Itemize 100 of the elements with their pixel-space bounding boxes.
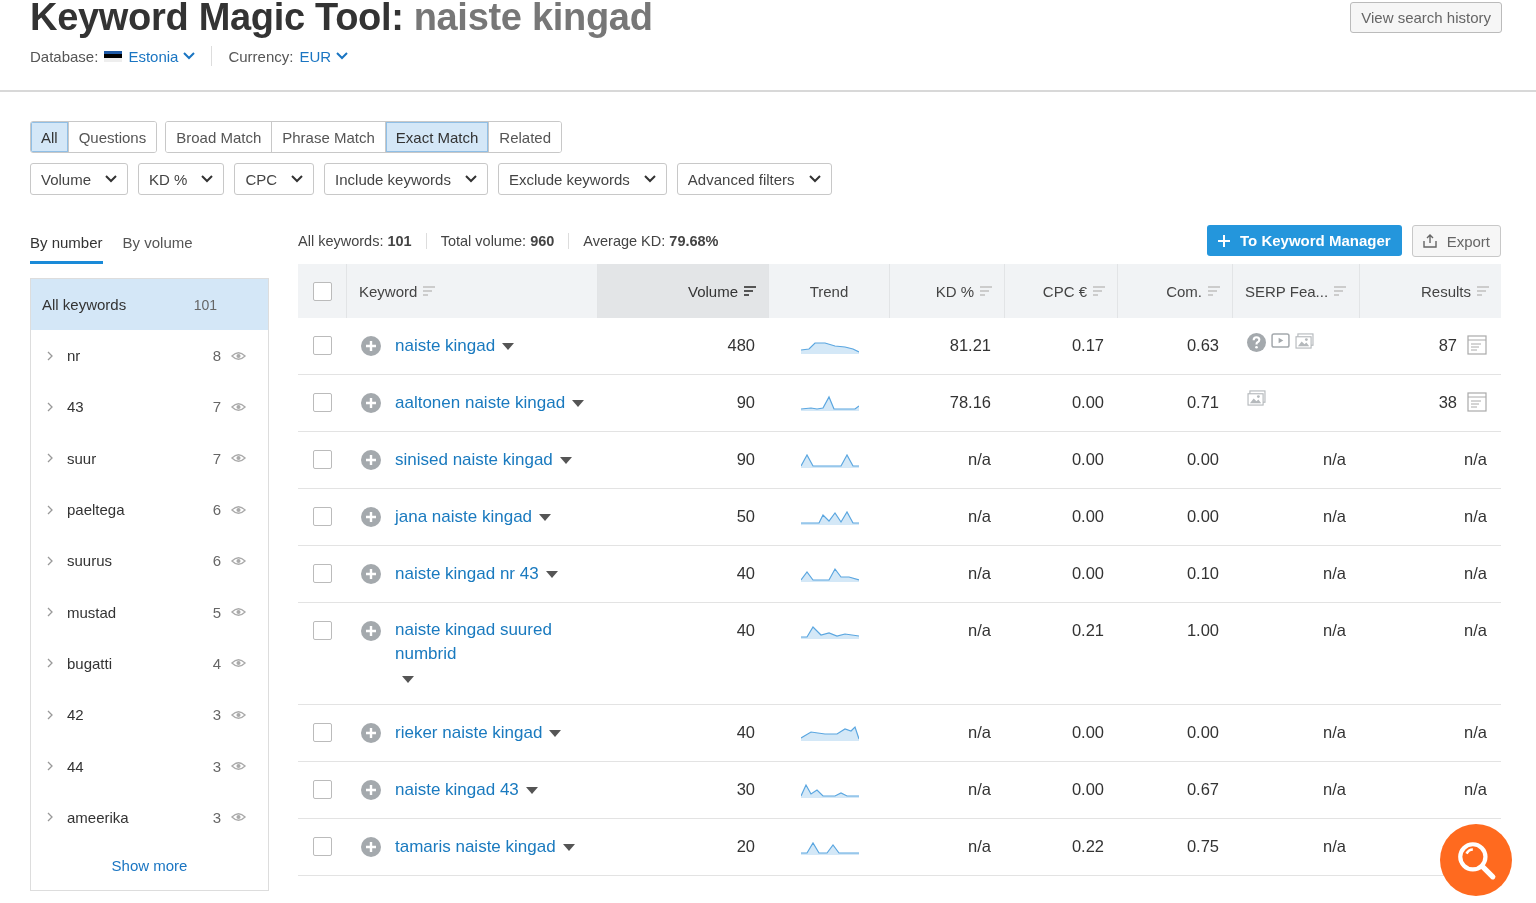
chevron-right-icon: [47, 709, 53, 720]
caret-icon[interactable]: [525, 787, 538, 795]
cpc-value: 0.00: [1071, 507, 1104, 526]
eye-icon[interactable]: [231, 555, 246, 566]
database-dropdown[interactable]: Estonia: [128, 47, 196, 65]
add-icon[interactable]: [361, 621, 381, 641]
show-more-link[interactable]: Show more: [111, 856, 188, 874]
match-tab[interactable]: All: [31, 122, 69, 152]
column-header[interactable]: KD %: [890, 264, 1005, 318]
filter-dropdown[interactable]: Volume: [30, 163, 129, 195]
keyword-link[interactable]: jana naiste kingad: [395, 505, 533, 529]
match-tab[interactable]: Broad Match: [166, 122, 273, 152]
add-icon[interactable]: [361, 564, 381, 584]
volume-value: 40: [736, 564, 755, 583]
results-value: n/a: [1464, 564, 1487, 583]
keyword-link[interactable]: naiste kingad nr 43: [395, 562, 539, 586]
group-tab[interactable]: By number: [30, 230, 103, 264]
group-item[interactable]: 42 3: [31, 689, 268, 741]
group-item[interactable]: suurus 6: [31, 535, 268, 587]
kd-value: n/a: [968, 837, 991, 856]
column-header[interactable]: Com.: [1118, 264, 1233, 318]
group-item[interactable]: 44 3: [31, 740, 268, 792]
eye-icon[interactable]: [231, 401, 246, 412]
cpc-value: 0.00: [1071, 780, 1104, 799]
group-item[interactable]: nr 8: [31, 330, 268, 382]
caret-icon[interactable]: [402, 676, 414, 684]
chevron-down-icon: [183, 52, 196, 60]
row-checkbox[interactable]: [313, 507, 332, 526]
eye-icon[interactable]: [231, 607, 246, 618]
keyword-link[interactable]: rieker naiste kingad: [395, 721, 543, 745]
row-checkbox[interactable]: [313, 393, 332, 412]
column-header[interactable]: Trend: [769, 264, 890, 318]
add-icon[interactable]: [361, 780, 381, 800]
keyword-link[interactable]: naiste kingad 43: [395, 778, 519, 802]
cpc-value: 0.22: [1071, 837, 1104, 856]
keyword-link[interactable]: sinised naiste kingad: [395, 448, 553, 472]
match-tab[interactable]: Exact Match: [385, 122, 490, 152]
filter-dropdown[interactable]: Advanced filters: [676, 163, 832, 195]
serp-value: n/a: [1323, 837, 1346, 856]
filter-dropdown[interactable]: Include keywords: [324, 163, 488, 195]
eye-icon[interactable]: [231, 761, 246, 771]
eye-icon[interactable]: [231, 658, 246, 669]
document-icon[interactable]: [1467, 335, 1487, 355]
group-tab[interactable]: By volume: [122, 230, 193, 264]
caret-icon[interactable]: [562, 844, 575, 852]
select-all-checkbox[interactable]: [312, 281, 332, 301]
filter-dropdown[interactable]: KD %: [138, 163, 225, 195]
group-item[interactable]: bugatti 4: [31, 637, 268, 690]
group-item[interactable]: suur 7: [31, 432, 268, 484]
group-label: 43: [67, 398, 84, 416]
group-item[interactable]: 43 7: [31, 381, 268, 433]
caret-icon[interactable]: [559, 457, 572, 465]
row-checkbox[interactable]: [313, 723, 332, 742]
eye-icon[interactable]: [231, 350, 246, 361]
chevron-right-icon: [47, 555, 53, 566]
column-header[interactable]: CPC €: [1005, 264, 1118, 318]
column-header[interactable]: Results: [1360, 264, 1501, 318]
eye-icon[interactable]: [231, 709, 246, 720]
caret-icon[interactable]: [539, 514, 552, 522]
add-icon[interactable]: [361, 507, 381, 527]
competition-value: 0.00: [1186, 723, 1219, 742]
keyword-link[interactable]: tamaris naiste kingad: [395, 835, 556, 859]
volume-value: 90: [736, 450, 755, 469]
row-checkbox[interactable]: [313, 621, 332, 640]
caret-icon[interactable]: [572, 400, 585, 408]
document-icon[interactable]: [1467, 392, 1487, 412]
keyword-link[interactable]: aaltonen naiste kingad: [395, 391, 566, 415]
caret-icon[interactable]: [549, 730, 562, 738]
eye-icon[interactable]: [231, 453, 246, 464]
add-icon[interactable]: [361, 336, 381, 356]
chevron-right-icon: [47, 658, 53, 669]
group-item[interactable]: All keywords 101: [31, 279, 268, 330]
view-history-button[interactable]: View search history: [1350, 2, 1502, 33]
group-label: suur: [67, 449, 97, 467]
row-checkbox[interactable]: [313, 450, 332, 469]
filter-dropdown[interactable]: Exclude keywords: [497, 163, 667, 195]
currency-dropdown[interactable]: EUR: [299, 47, 349, 65]
group-count: 7: [212, 398, 221, 416]
add-icon[interactable]: [361, 393, 381, 413]
export-button[interactable]: Export: [1411, 225, 1501, 257]
row-checkbox[interactable]: [313, 564, 332, 583]
filter-dropdown[interactable]: CPC: [234, 163, 315, 195]
add-icon[interactable]: [361, 837, 381, 857]
eye-icon[interactable]: [231, 504, 246, 515]
chevron-down-icon: [643, 175, 656, 183]
keyword-link[interactable]: naiste kingad: [395, 334, 496, 358]
add-icon[interactable]: [361, 723, 381, 743]
group-item[interactable]: ameerika 3: [31, 791, 268, 843]
group-item[interactable]: paeltega 6: [31, 483, 268, 536]
column-header[interactable]: SERP Fea...: [1233, 264, 1360, 318]
row-checkbox[interactable]: [313, 780, 332, 799]
group-item[interactable]: mustad 5: [31, 586, 268, 638]
row-checkbox[interactable]: [313, 336, 332, 355]
eye-icon[interactable]: [231, 812, 246, 823]
row-checkbox[interactable]: [313, 837, 332, 856]
caret-icon[interactable]: [545, 571, 558, 579]
column-header[interactable]: Volume: [598, 264, 769, 318]
add-icon[interactable]: [361, 450, 381, 470]
caret-icon[interactable]: [502, 343, 515, 351]
keyword-link[interactable]: naiste kingad suured numbrid: [395, 618, 580, 666]
